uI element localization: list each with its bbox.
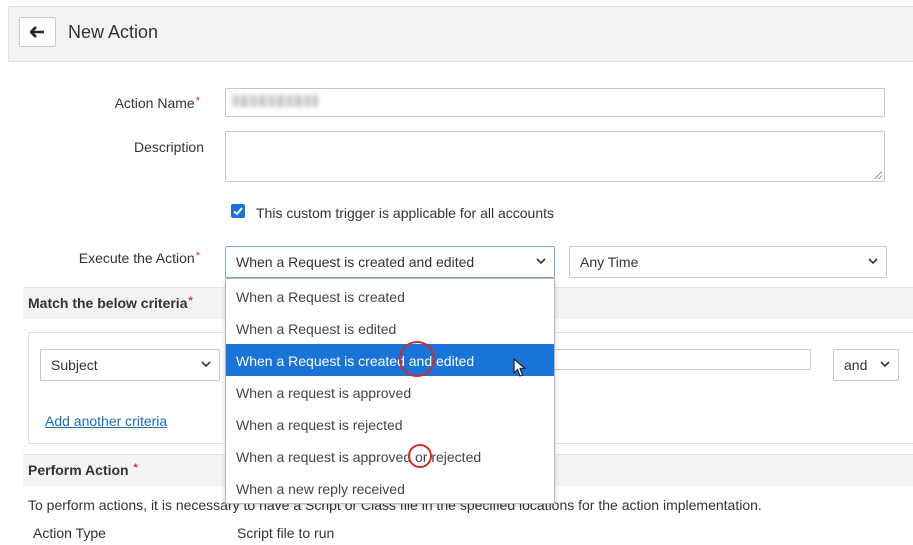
dropdown-option-selected[interactable]: When a Request is created and edited — [226, 344, 554, 376]
chevron-down-icon — [536, 258, 546, 265]
mouse-cursor-icon — [513, 358, 526, 377]
page-title: New Action — [68, 22, 159, 42]
required-mark: * — [195, 250, 200, 262]
all-accounts-checkbox[interactable] — [231, 204, 245, 218]
resize-handle-icon[interactable] — [874, 171, 882, 179]
dropdown-option[interactable]: When a Request is created — [226, 280, 554, 312]
dropdown-option[interactable]: When a request is approved — [226, 376, 554, 408]
back-button[interactable] — [19, 17, 56, 47]
dropdown-option[interactable]: When a Request is edited — [226, 312, 554, 344]
chevron-down-icon — [201, 361, 211, 368]
time-select[interactable]: Any Time — [569, 246, 887, 278]
description-label: Description — [133, 139, 204, 155]
redacted-value — [232, 95, 318, 107]
action-name-input[interactable] — [225, 88, 885, 117]
criteria-section-title: Match the below criteria* — [28, 295, 193, 311]
dropdown-option[interactable]: When a request is rejected — [226, 408, 554, 440]
execute-action-select[interactable]: When a Request is created and edited — [225, 246, 555, 278]
execute-action-label: Execute the Action* — [78, 250, 200, 266]
page-header: New Action — [8, 6, 913, 62]
perform-section-title: Perform Action * — [28, 462, 138, 478]
time-value: Any Time — [580, 254, 639, 270]
criteria-value-input[interactable] — [540, 349, 811, 370]
criteria-join-select[interactable]: and — [833, 349, 899, 381]
annotation-circle — [399, 341, 435, 377]
script-file-header: Script file to run — [237, 525, 335, 541]
required-mark: * — [133, 462, 138, 474]
criteria-join-value: and — [844, 357, 868, 373]
required-mark: * — [195, 95, 200, 107]
action-type-header: Action Type — [33, 525, 106, 541]
arrow-left-icon — [30, 26, 44, 38]
checkmark-icon — [233, 207, 243, 216]
criteria-field-select[interactable]: Subject — [40, 349, 220, 381]
chevron-down-icon — [868, 258, 878, 265]
add-criteria-link[interactable]: Add another criteria — [45, 413, 167, 429]
execute-action-value: When a Request is created and edited — [236, 254, 475, 270]
chevron-down-icon — [880, 361, 890, 368]
action-name-label: Action Name* — [114, 95, 200, 111]
dropdown-option[interactable]: When a request is approved or rejected — [226, 440, 554, 472]
required-mark: * — [188, 295, 193, 307]
annotation-circle — [408, 444, 432, 468]
criteria-field-value: Subject — [51, 357, 98, 373]
description-textarea[interactable] — [225, 131, 885, 182]
all-accounts-label: This custom trigger is applicable for al… — [256, 205, 555, 221]
execute-action-dropdown: When a Request is created When a Request… — [225, 278, 555, 504]
dropdown-option[interactable]: When a new reply received — [226, 472, 554, 504]
